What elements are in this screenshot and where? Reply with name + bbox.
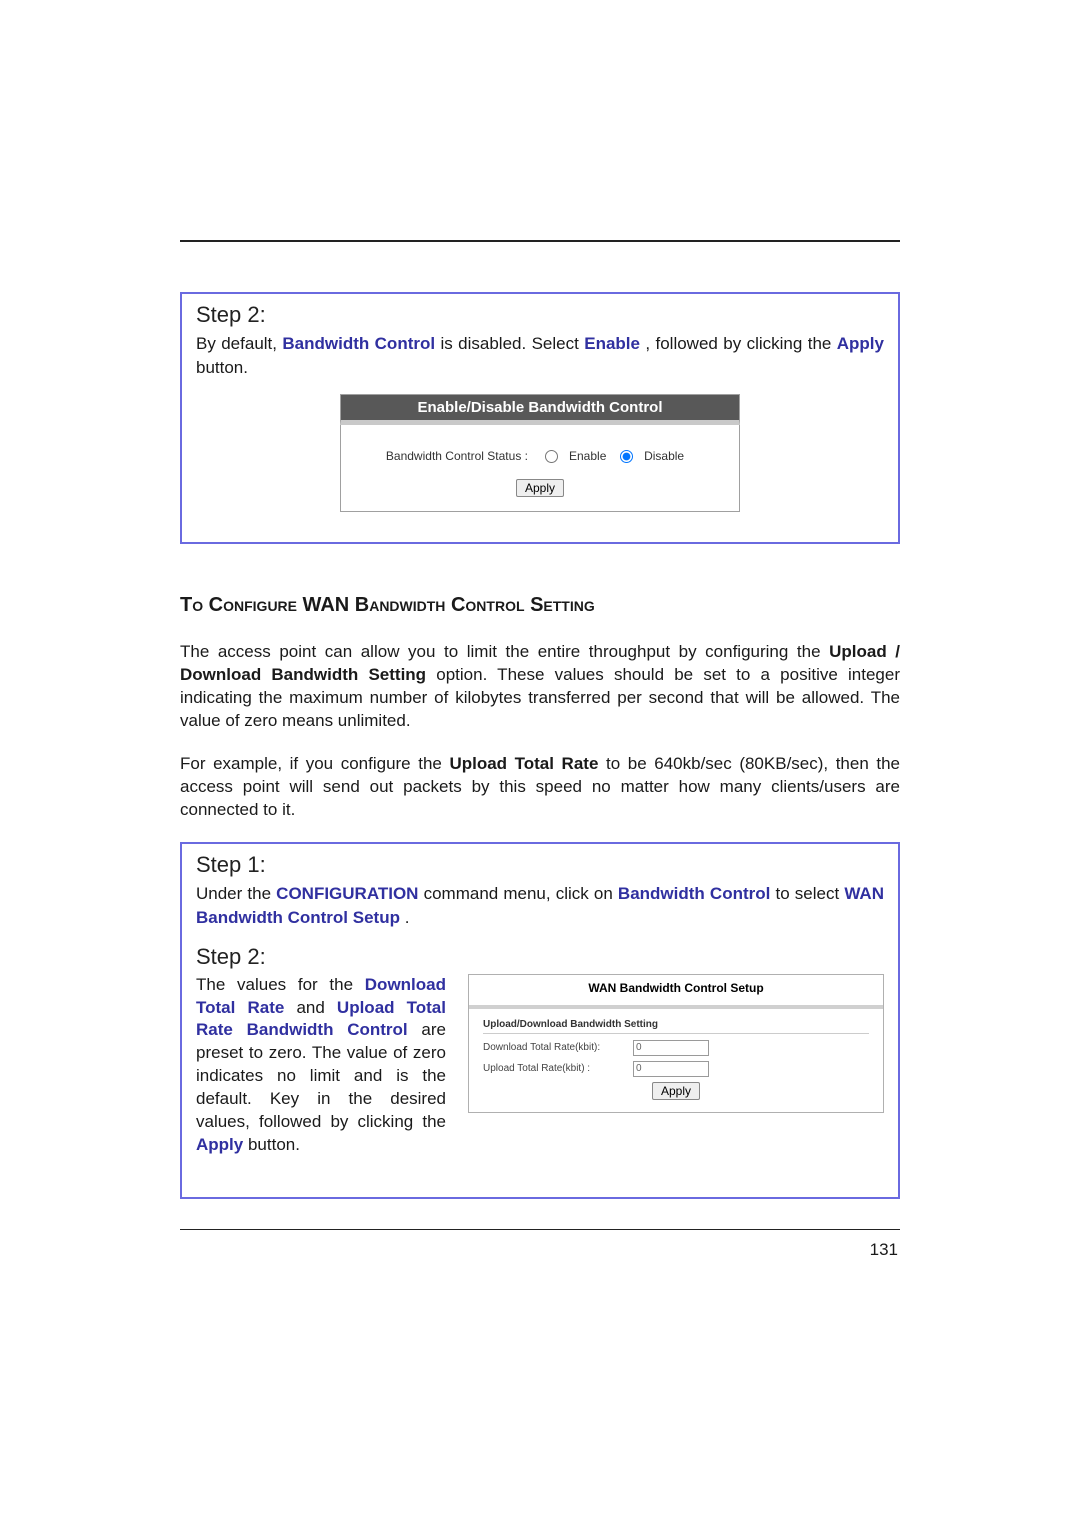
text: Under the [196,884,276,903]
status-row: Bandwidth Control Status : Enable Disabl… [351,449,729,464]
wan-apply-button[interactable]: Apply [652,1082,700,1100]
text: button. [248,1135,300,1154]
step1-body: Under the CONFIGURATION command menu, cl… [196,882,884,930]
text: is disabled. Select [440,334,584,353]
page-number: 131 [180,1240,900,1260]
text: command menu, click on [424,884,618,903]
step1-title: Step 1: [196,852,884,878]
text: and [296,998,336,1017]
text-bold: Apply [837,334,884,353]
download-rate-row: Download Total Rate(kbit): [483,1040,869,1056]
download-rate-input[interactable] [633,1040,709,1056]
upload-rate-row: Upload Total Rate(kbit) : [483,1061,869,1077]
step2-text-column: The values for the Download Total Rate a… [196,974,446,1158]
text: . [405,908,410,927]
top-rule [180,240,900,242]
text: to select [775,884,844,903]
bottom-rule [180,1229,900,1230]
step2-panel-column: WAN Bandwidth Control Setup Upload/Downl… [468,974,884,1113]
steps-box-lower: Step 1: Under the CONFIGURATION command … [180,842,900,1199]
text-bold: Bandwidth Control [618,884,770,903]
text: The values for the [196,975,365,994]
text: The access point can allow you to limit … [180,642,829,661]
paragraph-1: The access point can allow you to limit … [180,641,900,733]
disable-label: Disable [644,449,684,463]
text-bold: Upload Total Rate [449,754,598,773]
text-bold: Apply [196,1135,243,1154]
enable-label: Enable [569,449,606,463]
step2-box-upper: Step 2: By default, Bandwidth Control is… [180,292,900,544]
upload-rate-label: Upload Total Rate(kbit) : [483,1063,633,1074]
paragraph-2: For example, if you configure the Upload… [180,753,900,822]
text: , followed by clicking the [645,334,836,353]
text: For example, if you configure the [180,754,449,773]
text: By default, [196,334,282,353]
step2-body: By default, Bandwidth Control is disable… [196,332,884,380]
wan-setup-panel: WAN Bandwidth Control Setup Upload/Downl… [468,974,884,1113]
step2-title: Step 2: [196,302,884,328]
disable-radio[interactable] [620,450,633,463]
wan-panel-title: WAN Bandwidth Control Setup [469,975,883,1009]
step2-two-col: The values for the Download Total Rate a… [196,974,884,1158]
download-rate-label: Download Total Rate(kbit): [483,1042,633,1053]
apply-button[interactable]: Apply [516,479,564,497]
panel-title: Enable/Disable Bandwidth Control [340,394,740,425]
upload-rate-input[interactable] [633,1061,709,1077]
text-bold: CONFIGURATION [276,884,418,903]
wan-subheading: Upload/Download Bandwidth Setting [483,1019,869,1034]
step2-title-lower: Step 2: [196,944,884,970]
status-label: Bandwidth Control Status : [386,449,528,463]
panel-body: Bandwidth Control Status : Enable Disabl… [340,425,740,513]
text: button. [196,358,248,377]
text-bold: Enable [584,334,640,353]
section-heading: To Configure WAN Bandwidth Control Setti… [180,594,900,617]
enable-disable-panel: Enable/Disable Bandwidth Control Bandwid… [340,394,740,513]
enable-radio[interactable] [545,450,558,463]
wan-panel-body: Upload/Download Bandwidth Setting Downlo… [469,1009,883,1112]
text-bold: Bandwidth Control [282,334,435,353]
